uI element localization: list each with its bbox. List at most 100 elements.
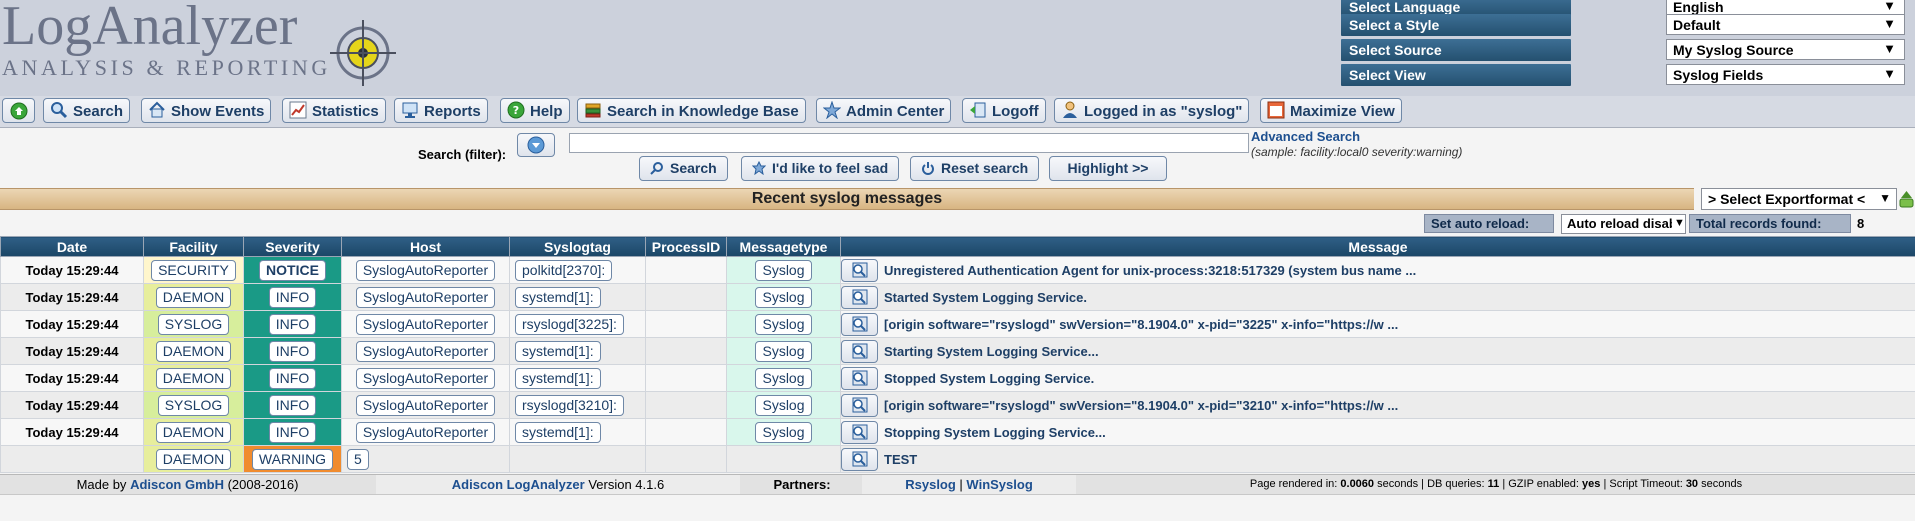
style-select[interactable]: Default ▼ (1666, 14, 1905, 35)
message-detail-button[interactable] (841, 393, 878, 417)
column-header-severity[interactable]: Severity (243, 236, 342, 257)
message-detail-button[interactable] (841, 447, 878, 471)
facility-badge[interactable]: SYSLOG (157, 394, 230, 416)
advanced-search-link[interactable]: Advanced Search (1251, 129, 1360, 144)
severity-badge[interactable]: INFO (268, 286, 317, 308)
facility-badge[interactable]: SYSLOG (157, 313, 230, 335)
svg-text:?: ? (513, 104, 519, 117)
column-header-message[interactable]: Message (840, 236, 1915, 257)
message-detail-button[interactable] (841, 420, 878, 444)
message-detail-button[interactable] (841, 258, 878, 282)
search-sample-hint: (sample: facility:local0 severity:warnin… (1251, 145, 1463, 159)
severity-badge[interactable]: INFO (268, 340, 317, 362)
messagetype-badge[interactable]: Syslog (755, 394, 812, 416)
page-bottom (0, 494, 1915, 521)
severity-badge[interactable]: INFO (268, 421, 317, 443)
severity-badge[interactable]: NOTICE (259, 259, 326, 281)
winsyslog-link[interactable]: WinSyslog (966, 477, 1032, 492)
host-badge[interactable]: SyslogAutoReporter (355, 421, 496, 443)
auto-reload-select[interactable]: Auto reload disabled (1561, 214, 1686, 234)
severity-badge[interactable]: WARNING (251, 448, 334, 470)
message-text[interactable]: Unregistered Authentication Agent for un… (884, 263, 1416, 278)
messagetype-badge[interactable]: Syslog (755, 421, 812, 443)
syslogtag-badge[interactable]: rsyslogd[3225]: (515, 313, 624, 335)
gzip-label: GZIP enabled: (1508, 478, 1579, 490)
knowledge-base-button[interactable]: Search in Knowledge Base (577, 98, 806, 123)
column-header-host[interactable]: Host (341, 236, 510, 257)
logo[interactable]: LogAnalyzer ANALYSIS & REPORTING (0, 0, 400, 96)
message-detail-icon (852, 397, 868, 412)
facility-badge[interactable]: DAEMON (155, 448, 232, 470)
message-text[interactable]: [origin software="rsyslogd" swVersion="8… (884, 317, 1398, 332)
reports-button[interactable]: Reports (394, 98, 488, 123)
statistics-button[interactable]: Statistics (282, 98, 386, 123)
syslogtag-badge[interactable]: systemd[1]: (515, 286, 601, 308)
message-detail-button[interactable] (841, 312, 878, 336)
syslogtag-badge[interactable]: rsyslogd[3210]: (515, 394, 624, 416)
rsyslog-link[interactable]: Rsyslog (905, 477, 956, 492)
message-text[interactable]: [origin software="rsyslogd" swVersion="8… (884, 398, 1398, 413)
help-button[interactable]: ? Help (500, 98, 570, 123)
source-select[interactable]: My Syslog Source ▼ (1666, 39, 1905, 60)
reset-search-button[interactable]: Reset search (910, 156, 1040, 181)
message-detail-button[interactable] (841, 285, 878, 309)
syslogtag-badge[interactable]: polkitd[2370]: (515, 259, 613, 281)
host-badge[interactable]: SyslogAutoReporter (355, 286, 496, 308)
show-events-button[interactable]: Show Events (141, 98, 272, 123)
severity-badge[interactable]: INFO (268, 313, 317, 335)
host-badge[interactable]: SyslogAutoReporter (355, 313, 496, 335)
column-header-messagetype[interactable]: Messagetype (726, 236, 841, 257)
host-badge[interactable]: SyslogAutoReporter (355, 367, 496, 389)
highlight-button[interactable]: Highlight >> (1049, 156, 1167, 181)
feel-sad-button[interactable]: I'd like to feel sad (741, 156, 900, 181)
message-detail-button[interactable] (841, 366, 878, 390)
severity-cell: INFO (243, 418, 342, 446)
filter-options-button[interactable] (517, 133, 555, 157)
syslogtag-badge[interactable]: systemd[1]: (515, 367, 601, 389)
column-header-facility[interactable]: Facility (143, 236, 244, 257)
facility-badge[interactable]: SECURITY (151, 259, 236, 281)
facility-badge[interactable]: DAEMON (155, 340, 232, 362)
export-icon[interactable] (1898, 189, 1915, 209)
severity-badge[interactable]: INFO (268, 367, 317, 389)
home-button[interactable] (2, 98, 35, 123)
messagetype-badge[interactable]: Syslog (755, 313, 812, 335)
logoff-button[interactable]: Logoff (962, 98, 1046, 123)
column-header-processid[interactable]: ProcessID (645, 236, 727, 257)
message-text[interactable]: Started System Logging Service. (884, 290, 1087, 305)
messagetype-badge[interactable]: Syslog (755, 286, 812, 308)
date-cell: Today 15:29:44 (0, 364, 144, 392)
facility-badge[interactable]: DAEMON (155, 286, 232, 308)
logged-in-user-button[interactable]: Logged in as "syslog" (1054, 98, 1250, 123)
total-records-label: Total records found: (1689, 214, 1851, 233)
search-nav-button[interactable]: Search (43, 98, 131, 123)
export-format-select[interactable]: > Select Exportformat < ▼ (1701, 188, 1897, 210)
host-badge[interactable]: SyslogAutoReporter (355, 340, 496, 362)
column-header-date[interactable]: Date (0, 236, 144, 257)
message-text[interactable]: Starting System Logging Service... (884, 344, 1099, 359)
company-link[interactable]: Adiscon GmbH (130, 477, 224, 492)
search-input[interactable] (569, 133, 1249, 153)
message-text[interactable]: Stopped System Logging Service. (884, 371, 1094, 386)
host-badge[interactable]: 5 (347, 448, 369, 470)
message-detail-button[interactable] (841, 339, 878, 363)
syslogtag-badge[interactable]: systemd[1]: (515, 340, 601, 362)
view-select[interactable]: Syslog Fields ▼ (1666, 64, 1905, 85)
facility-badge[interactable]: DAEMON (155, 367, 232, 389)
message-text[interactable]: Stopping System Logging Service... (884, 425, 1106, 440)
maximize-view-button[interactable]: Maximize View (1260, 98, 1402, 123)
facility-badge[interactable]: DAEMON (155, 421, 232, 443)
admin-center-button[interactable]: Admin Center (816, 98, 952, 123)
product-link[interactable]: Adiscon LogAnalyzer (452, 477, 585, 492)
search-button[interactable]: Search (639, 156, 728, 181)
syslogtag-badge[interactable]: systemd[1]: (515, 421, 601, 443)
messagetype-badge[interactable]: Syslog (755, 340, 812, 362)
date-cell: Today 15:29:44 (0, 256, 144, 284)
severity-badge[interactable]: INFO (268, 394, 317, 416)
column-header-syslogtag[interactable]: Syslogtag (509, 236, 646, 257)
host-badge[interactable]: SyslogAutoReporter (355, 259, 496, 281)
message-text[interactable]: TEST (884, 452, 917, 467)
messagetype-badge[interactable]: Syslog (755, 367, 812, 389)
messagetype-badge[interactable]: Syslog (755, 259, 812, 281)
host-badge[interactable]: SyslogAutoReporter (355, 394, 496, 416)
